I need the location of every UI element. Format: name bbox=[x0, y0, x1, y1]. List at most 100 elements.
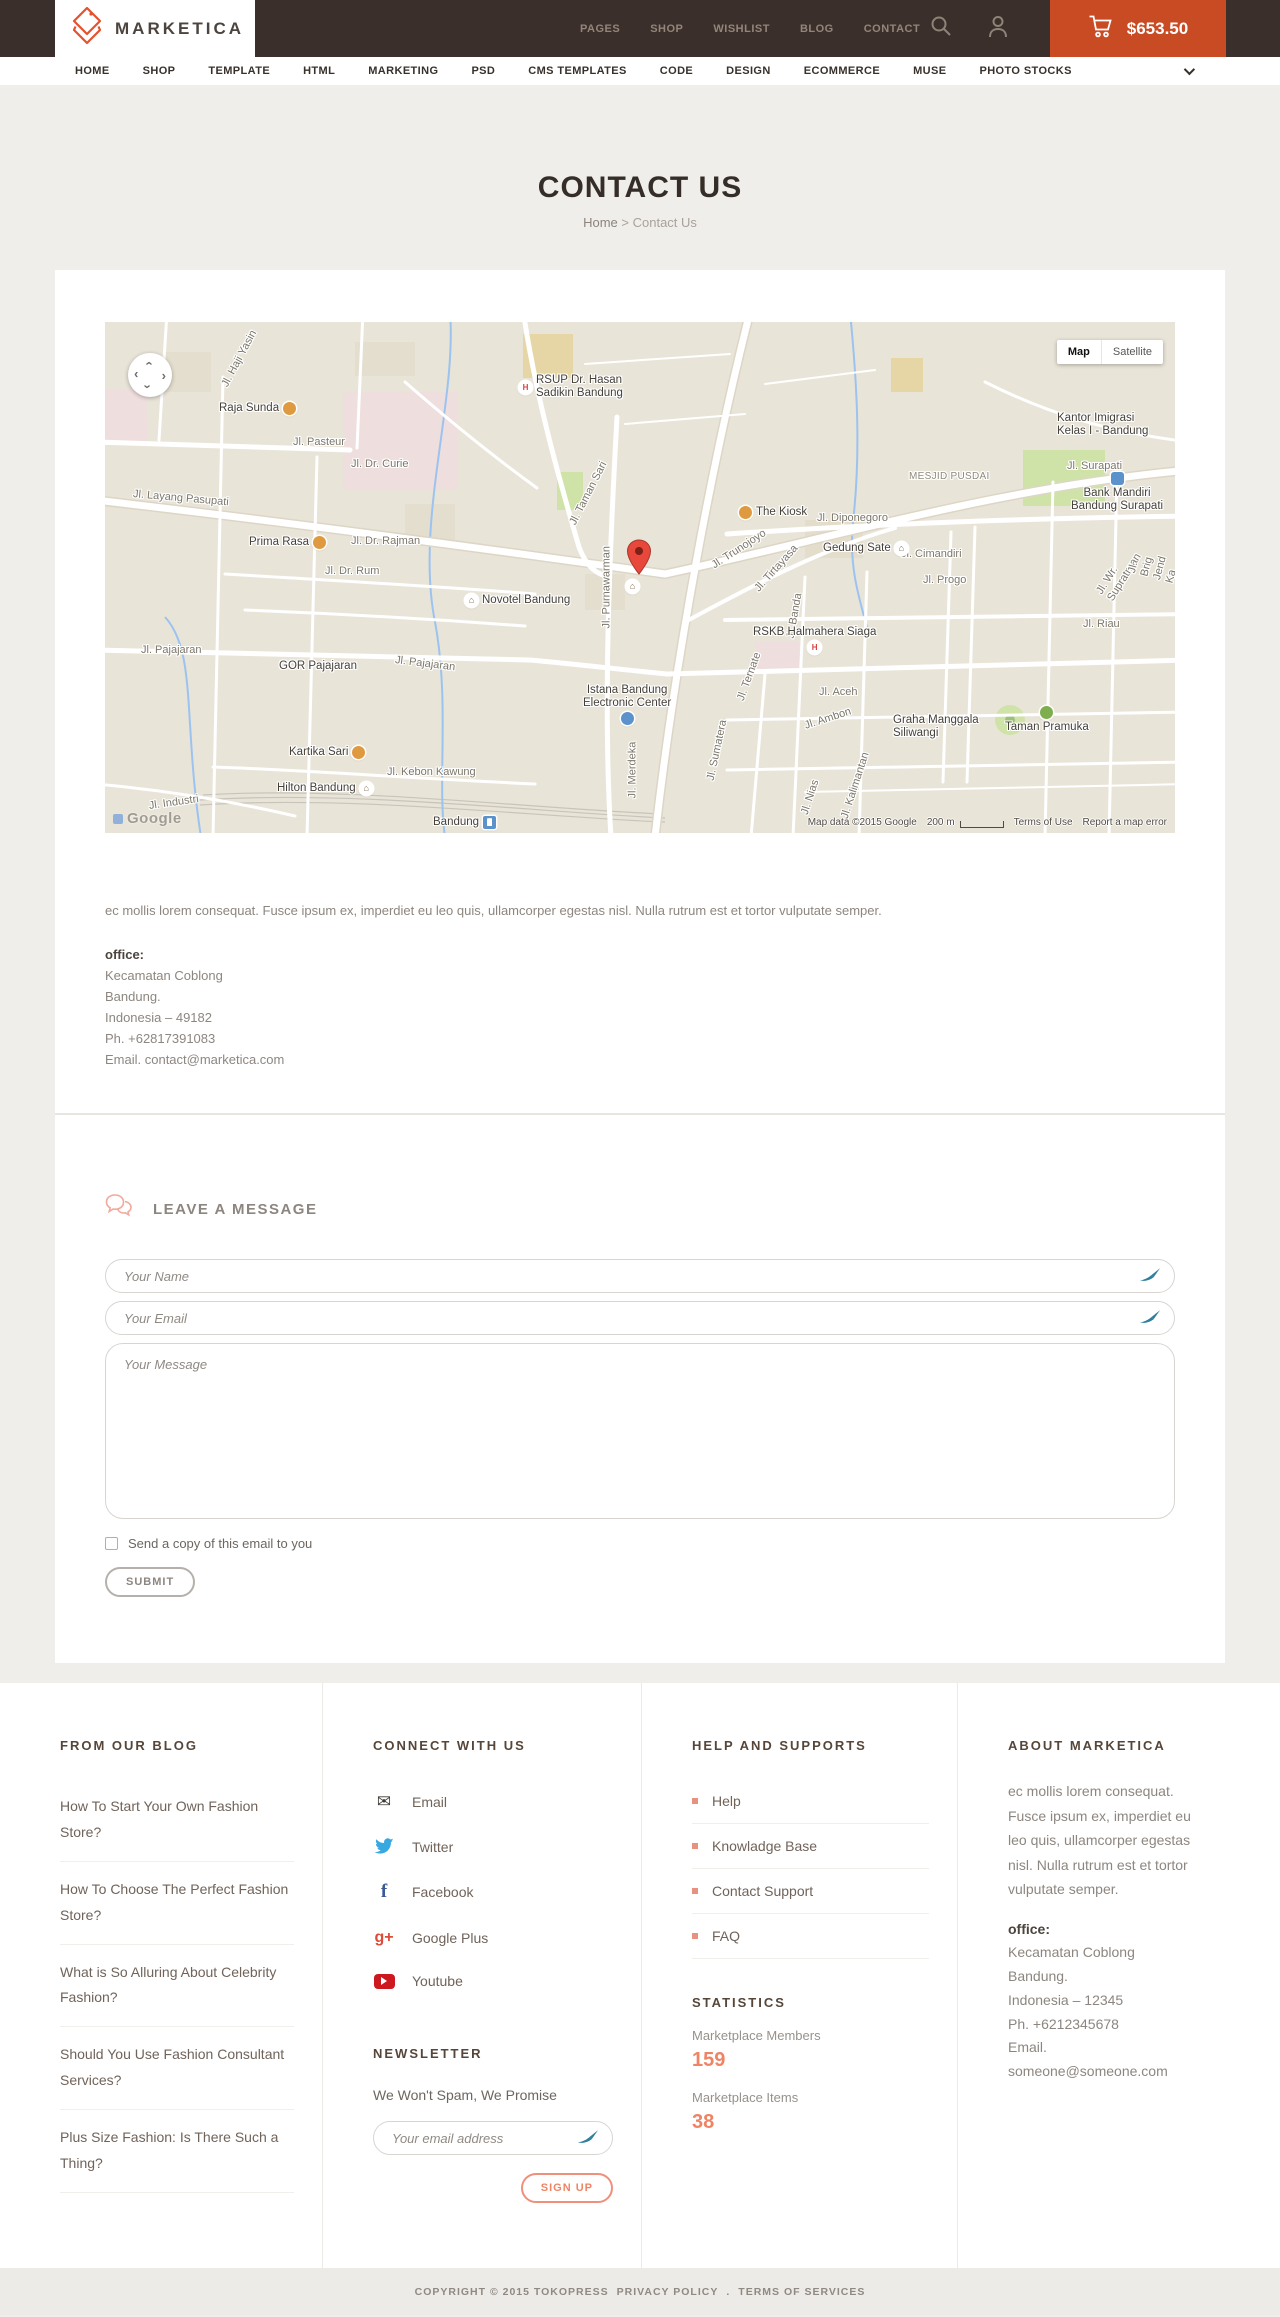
about-office-label: office: bbox=[1008, 1920, 1050, 1937]
send-copy-checkbox[interactable] bbox=[105, 1537, 118, 1550]
menubar-item-ecommerce[interactable]: ECOMMERCE bbox=[804, 65, 880, 77]
social-link-youtube[interactable]: Youtube bbox=[373, 1960, 613, 2002]
facebook-icon-wrap: f bbox=[373, 1881, 395, 1903]
blog-post-link[interactable]: Plus Size Fashion: Is There Such a Thing… bbox=[60, 2110, 294, 2193]
report-map-error-link[interactable]: Report a map error bbox=[1083, 817, 1167, 828]
stat-value: 159 bbox=[692, 2049, 726, 2071]
blog-post-link[interactable]: Should You Use Fashion Consultant Servic… bbox=[60, 2027, 294, 2111]
page-hero: CONTACT US Home > Contact Us bbox=[0, 85, 1280, 270]
blog-post-link[interactable]: What is So Alluring About Celebrity Fash… bbox=[60, 1945, 294, 2028]
google-logo[interactable]: Google bbox=[113, 810, 182, 827]
menubar-item-code[interactable]: CODE bbox=[660, 65, 693, 77]
map-road-label: Jl. Riau bbox=[1083, 618, 1120, 631]
map-road-label: Jl. Purnawarman bbox=[601, 546, 614, 629]
map-label-text: The Kiosk bbox=[756, 506, 808, 518]
map-label-text: Taman Pramuka bbox=[1005, 721, 1089, 733]
map-label-text: Jl. Diponegoro bbox=[817, 512, 888, 524]
form-heading: LEAVE A MESSAGE bbox=[153, 1200, 318, 1218]
pan-left-icon[interactable]: › bbox=[134, 368, 138, 383]
pan-down-icon[interactable]: › bbox=[141, 384, 156, 388]
contact-intro-text: ec mollis lorem consequat. Fusce ipsum e… bbox=[105, 903, 882, 918]
square-bullet-icon bbox=[692, 1798, 698, 1804]
help-link-faq[interactable]: FAQ bbox=[692, 1914, 929, 1959]
contact-info-card: Jl. Layang Pasupati Jl. Pasteur Jl. Dr. Cu… bbox=[55, 270, 1225, 1115]
social-link-facebook[interactable]: f Facebook bbox=[373, 1868, 613, 1916]
menubar-item-photo-stocks[interactable]: PHOTO STOCKS bbox=[979, 65, 1071, 77]
map-label-text: Jl. Dr. Curie bbox=[351, 458, 409, 470]
blog-post-link[interactable]: How To Choose The Perfect Fashion Store? bbox=[60, 1862, 294, 1945]
pan-up-icon[interactable]: › bbox=[141, 361, 156, 365]
blog-post-link[interactable]: How To Start Your Own Fashion Store? bbox=[60, 1779, 294, 1862]
map-label-text: Kartika Sari bbox=[289, 746, 349, 758]
topnav-item-blog[interactable]: BLOG bbox=[800, 23, 834, 35]
menubar-item-template[interactable]: TEMPLATE bbox=[208, 65, 270, 77]
menubar-more-chevron-icon[interactable] bbox=[1183, 63, 1196, 76]
terms-of-use-link[interactable]: Terms of Use bbox=[1014, 817, 1073, 828]
topnav-item-shop[interactable]: SHOP bbox=[650, 23, 683, 35]
privacy-policy-link[interactable]: PRIVACY POLICY bbox=[617, 2286, 719, 2298]
email-input[interactable] bbox=[105, 1301, 1175, 1335]
menubar-item-html[interactable]: HTML bbox=[303, 65, 335, 77]
pan-right-icon[interactable]: › bbox=[162, 369, 166, 382]
map-label-text: Jl. Pasteur bbox=[293, 436, 345, 448]
logo-tag-icon bbox=[70, 6, 104, 51]
office-line: Ph. +62817391083 bbox=[105, 1031, 216, 1046]
topnav-item-contact[interactable]: CONTACT bbox=[864, 23, 920, 35]
map-label-text: RSUP Dr. Hasan Sadikin Bandung bbox=[536, 374, 623, 399]
blog-list: How To Start Your Own Fashion Store? How … bbox=[60, 1779, 294, 2193]
signup-row: SIGN UP bbox=[373, 2173, 613, 2203]
user-icon[interactable] bbox=[988, 15, 1008, 43]
map-type-map-button[interactable]: Map bbox=[1057, 340, 1102, 364]
map-poi-restaurant-icon bbox=[313, 536, 327, 549]
help-link-help[interactable]: Help bbox=[692, 1779, 929, 1824]
menubar-item-home[interactable]: HOME bbox=[75, 65, 110, 77]
email-field-wrap bbox=[105, 1301, 1175, 1335]
map-canvas bbox=[105, 322, 1175, 833]
menubar-item-cms-templates[interactable]: CMS TEMPLATES bbox=[528, 65, 627, 77]
square-bullet-icon bbox=[692, 1888, 698, 1894]
menubar-item-shop[interactable]: SHOP bbox=[143, 65, 176, 77]
breadcrumb-home-link[interactable]: Home bbox=[583, 215, 618, 230]
map-place-label: Kartika Sari bbox=[289, 746, 366, 759]
menubar-item-marketing[interactable]: MARKETING bbox=[368, 65, 438, 77]
help-link-knowladge-base[interactable]: Knowladge Base bbox=[692, 1824, 929, 1869]
map-place-label: Hilton Bandung ⌂ bbox=[277, 782, 373, 795]
message-textarea[interactable] bbox=[105, 1343, 1175, 1519]
social-link-twitter[interactable]: Twitter bbox=[373, 1825, 613, 1868]
map-label-text: Hilton Bandung bbox=[277, 782, 356, 794]
topnav-item-pages[interactable]: PAGES bbox=[580, 23, 620, 35]
signup-button[interactable]: SIGN UP bbox=[520, 2173, 613, 2203]
stat-value: 38 bbox=[692, 2111, 715, 2133]
search-icon[interactable] bbox=[930, 15, 952, 42]
about-line: Email. someone@someone.com bbox=[1008, 2039, 1168, 2080]
footer-connect-column: CONNECT WITH US ✉ Email Twitter f Facebook g+… bbox=[322, 1683, 641, 2268]
category-menubar: HOME SHOP TEMPLATE HTML MARKETING PSD CMS TEMP… bbox=[0, 57, 1280, 85]
map-location-marker[interactable] bbox=[626, 539, 652, 575]
cart-button[interactable]: $653.50 bbox=[1050, 0, 1226, 57]
terms-of-services-link[interactable]: TERMS OF SERVICES bbox=[738, 2286, 865, 2298]
send-copy-label: Send a copy of this email to you bbox=[128, 1536, 313, 1551]
message-form-card: LEAVE A MESSAGE Send a copy of this emai… bbox=[55, 1115, 1225, 1663]
menubar-item-muse[interactable]: MUSE bbox=[913, 65, 946, 77]
submit-button[interactable]: SUBMIT bbox=[105, 1567, 196, 1597]
name-input[interactable] bbox=[105, 1259, 1175, 1293]
logo[interactable]: MARKETICA bbox=[55, 0, 255, 57]
social-link-email[interactable]: ✉ Email bbox=[373, 1779, 613, 1825]
menubar-item-psd[interactable]: PSD bbox=[471, 65, 495, 77]
map-label-text: MESJID PUSDAI bbox=[909, 471, 990, 482]
top-icons bbox=[930, 0, 1008, 57]
map-label-text: Jl. Merdeka bbox=[626, 741, 639, 799]
breadcrumb-current: Contact Us bbox=[632, 215, 697, 230]
help-link-contact-support[interactable]: Contact Support bbox=[692, 1869, 929, 1914]
google-map[interactable]: Jl. Layang Pasupati Jl. Pasteur Jl. Dr. Cu… bbox=[105, 322, 1175, 833]
logo-text: MARKETICA bbox=[115, 18, 244, 38]
topnav-item-wishlist[interactable]: WISHLIST bbox=[713, 23, 770, 35]
menubar-item-design[interactable]: DESIGN bbox=[726, 65, 771, 77]
top-nav: PAGES SHOP WISHLIST BLOG CONTACT bbox=[580, 0, 920, 57]
map-type-satellite-button[interactable]: Satellite bbox=[1102, 340, 1163, 364]
social-link-gplus[interactable]: g+ Google Plus bbox=[373, 1916, 613, 1960]
map-place-label: Taman Pramuka bbox=[1005, 706, 1089, 734]
map-pan-control[interactable]: › › › › bbox=[128, 353, 172, 397]
about-line: Kecamatan Coblong bbox=[1008, 1944, 1135, 1961]
map-label-text: Jl. Cimandiri bbox=[901, 548, 962, 560]
